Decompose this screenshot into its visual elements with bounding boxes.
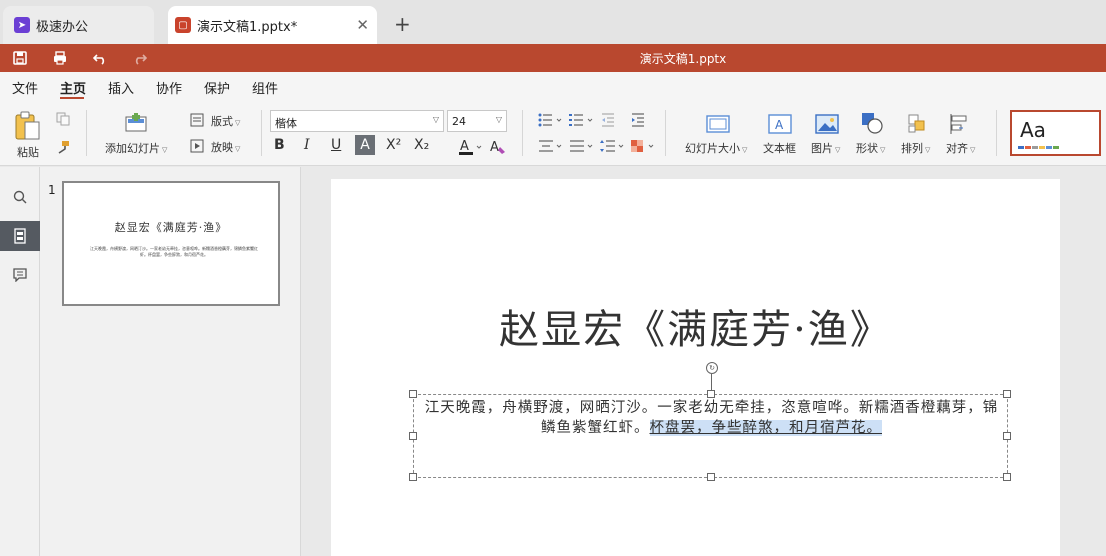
arrange-button[interactable]: 排列 ▽ <box>901 140 930 156</box>
redo-icon[interactable] <box>130 48 150 68</box>
resize-handle[interactable] <box>409 390 417 398</box>
underline-button[interactable]: U <box>331 137 341 153</box>
menu-components[interactable]: 组件 <box>252 78 278 97</box>
svg-text:A: A <box>460 139 469 154</box>
align-button[interactable]: 对齐 ▽ <box>946 140 975 156</box>
align-objects-icon[interactable] <box>948 112 972 136</box>
increase-indent-icon[interactable] <box>629 112 647 128</box>
font-color-icon[interactable]: A <box>457 137 487 157</box>
resize-handle[interactable] <box>409 432 417 440</box>
layout-icon[interactable] <box>189 112 205 128</box>
format-painter-icon[interactable] <box>54 138 72 156</box>
thumbnail-title: 赵显宏《满庭芳·渔》 <box>114 221 228 234</box>
menu-collaborate[interactable]: 协作 <box>156 78 182 97</box>
theme-sample-text: Aa <box>1020 118 1046 142</box>
document-title: 演示文稿1.pptx <box>639 52 727 66</box>
layout-button[interactable]: 版式 ▽ <box>211 113 240 129</box>
shape-button[interactable]: 形状 ▽ <box>856 140 885 156</box>
copy-icon[interactable] <box>54 110 72 128</box>
body-text[interactable]: 江天晚霞，舟横野渡，网晒汀沙。一家老幼无牵挂，恣意喧哗。新糯酒香橙藕芽，锦鳞鱼紫… <box>418 398 1005 438</box>
ribbon-separator <box>996 110 997 156</box>
slide-canvas[interactable]: 赵显宏《满庭芳·渔》 ↻ 江天晚霞，舟横野渡，网晒汀沙。一家老幼无牵挂，恣意喧哗… <box>331 179 1060 556</box>
bullet-list-icon[interactable] <box>537 112 565 128</box>
line-spacing-icon[interactable] <box>568 138 596 154</box>
paste-button[interactable] <box>13 110 43 142</box>
paragraph-spacing-icon[interactable] <box>599 138 627 154</box>
selected-text: 杯盘罢，争些醉煞，和月宿芦花。 <box>649 420 882 436</box>
numbered-list-icon[interactable] <box>568 112 596 128</box>
slides-panel-icon[interactable] <box>0 221 40 251</box>
slide-thumbnail-panel: 1 赵显宏《满庭芳·渔》 江天晚霞，舟横野渡，网晒汀沙。一家老幼无牵挂，恣意喧哗… <box>40 167 301 556</box>
menu-insert[interactable]: 插入 <box>108 78 134 97</box>
ribbon-separator <box>522 110 523 156</box>
subscript-button[interactable]: X₂ <box>414 137 429 153</box>
ribbon-separator <box>86 110 87 156</box>
align-center-icon[interactable] <box>537 138 565 154</box>
theme-preview[interactable]: Aa <box>1010 110 1101 156</box>
shape-icon[interactable] <box>859 111 885 135</box>
resize-handle[interactable] <box>707 473 715 481</box>
ribbon-separator <box>261 110 262 156</box>
title-bar: 演示文稿1.pptx <box>0 44 1106 72</box>
body-textbox[interactable]: ↻ 江天晚霞，舟横野渡，网晒汀沙。一家老幼无牵挂，恣意喧哗。新糯酒香橙藕芽，锦鳞… <box>409 362 1011 481</box>
text-highlight-button[interactable]: A <box>355 135 375 155</box>
ribbon: 粘贴 添加幻灯片 ▽ 版式 ▽ 放映 ▽ 楷体 ▽ 24 ▽ B I U A X… <box>0 100 1106 166</box>
font-name-select[interactable]: 楷体 ▽ <box>270 110 444 132</box>
play-button[interactable]: 放映 ▽ <box>211 139 240 155</box>
save-icon[interactable] <box>10 48 30 68</box>
resize-handle[interactable] <box>1003 432 1011 440</box>
resize-handle[interactable] <box>1003 390 1011 398</box>
picture-button[interactable]: 图片 ▽ <box>811 140 840 156</box>
slide-number: 1 <box>48 183 56 197</box>
tab-home[interactable]: ➤ 极速办公 <box>3 6 154 44</box>
menu-bar: 文件 主页 插入 协作 保护 组件 <box>0 72 1106 100</box>
theme-color-strip <box>1018 146 1059 149</box>
svg-text:A: A <box>490 140 499 155</box>
menu-file[interactable]: 文件 <box>12 78 38 97</box>
add-slide-icon[interactable] <box>122 112 150 134</box>
resize-handle[interactable] <box>707 390 715 398</box>
print-icon[interactable] <box>50 48 70 68</box>
textbox-icon[interactable]: A <box>767 113 793 135</box>
comments-icon[interactable] <box>0 260 40 290</box>
presentation-icon: ▢ <box>175 17 191 33</box>
tab-document[interactable]: ▢ 演示文稿1.pptx* ✕ <box>168 6 377 44</box>
italic-button[interactable]: I <box>304 137 310 153</box>
superscript-button[interactable]: X² <box>386 137 401 153</box>
active-menu-indicator <box>60 97 84 99</box>
rocket-icon: ➤ <box>14 17 30 33</box>
search-icon[interactable] <box>0 182 40 212</box>
bold-button[interactable]: B <box>274 137 285 153</box>
slide-size-button[interactable]: 幻灯片大小 ▽ <box>685 140 747 156</box>
new-tab-button[interactable]: + <box>394 12 411 36</box>
tab-label: 极速办公 <box>36 19 89 35</box>
slide-title[interactable]: 赵显宏《满庭芳·渔》 <box>331 297 1060 355</box>
picture-icon[interactable] <box>814 113 840 135</box>
shape-fill-icon[interactable] <box>629 138 657 154</box>
svg-text:A: A <box>775 118 784 132</box>
undo-icon[interactable] <box>90 48 110 68</box>
thumbnail-body: 江天晚霞，舟横野渡，网晒汀沙。一家老幼无牵挂，恣意喧哗。新糯酒香橙藕芽，锦鳞鱼紫… <box>90 246 258 257</box>
textbox-label: 文本框 <box>763 142 796 155</box>
menu-home[interactable]: 主页 <box>60 78 86 97</box>
slide-size-icon[interactable] <box>704 114 732 134</box>
decrease-indent-icon[interactable] <box>599 112 617 128</box>
resize-handle[interactable] <box>1003 473 1011 481</box>
slide-thumbnail[interactable]: 赵显宏《满庭芳·渔》 江天晚霞，舟横野渡，网晒汀沙。一家老幼无牵挂，恣意喧哗。新… <box>62 181 280 306</box>
close-icon[interactable]: ✕ <box>356 16 369 34</box>
menu-protect[interactable]: 保护 <box>204 78 230 97</box>
arrange-icon[interactable] <box>905 112 929 136</box>
add-slide-label[interactable]: 添加幻灯片 ▽ <box>105 140 167 156</box>
font-size-select[interactable]: 24 ▽ <box>447 110 507 132</box>
rotate-handle-icon[interactable]: ↻ <box>706 362 718 374</box>
play-icon[interactable] <box>189 138 205 154</box>
tab-bar: ➤ 极速办公 ▢ 演示文稿1.pptx* ✕ + <box>0 0 1106 44</box>
ribbon-separator <box>665 110 666 156</box>
left-rail <box>0 167 40 556</box>
tab-label: 演示文稿1.pptx* <box>197 19 298 35</box>
paste-label: 粘贴 <box>17 146 39 159</box>
clear-format-icon[interactable]: A <box>488 137 508 157</box>
resize-handle[interactable] <box>409 473 417 481</box>
